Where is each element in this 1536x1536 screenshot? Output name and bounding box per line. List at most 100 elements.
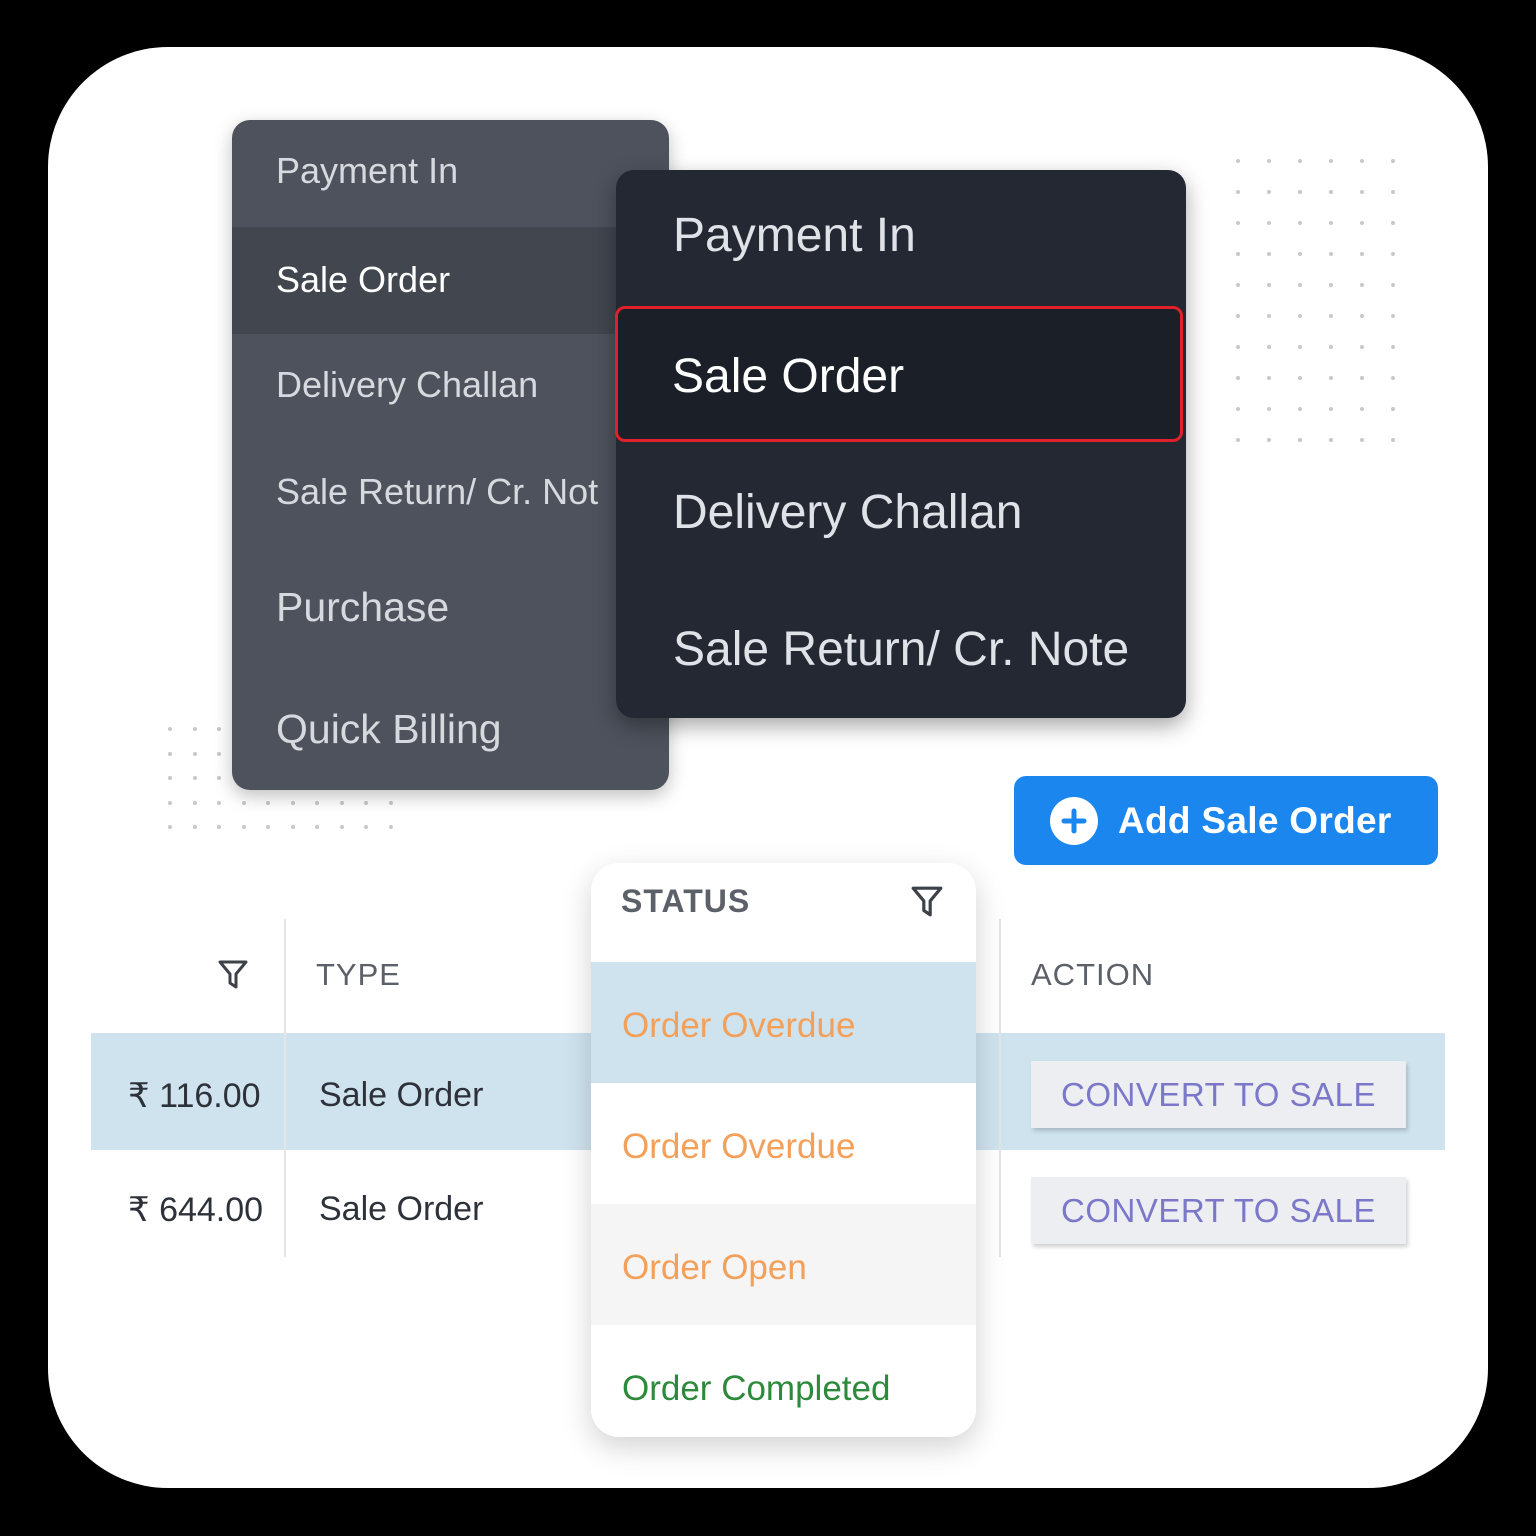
decorative-dot — [1236, 438, 1240, 442]
decorative-dot — [1329, 314, 1333, 318]
amount-cell: ₹ 116.00 — [128, 1077, 261, 1115]
decorative-dot — [1391, 407, 1395, 411]
decorative-dot — [1329, 190, 1333, 194]
decorative-dot — [1360, 190, 1364, 194]
plus-circle-icon — [1050, 796, 1098, 845]
decorative-dot — [1236, 376, 1240, 380]
column-header-action: ACTION — [1031, 957, 1155, 992]
decorative-dot — [266, 825, 270, 829]
status-option-label: Order Open — [622, 1248, 807, 1287]
decorative-dot — [1360, 376, 1364, 380]
decorative-dot — [315, 800, 319, 805]
transaction-menu-back: Payment In Sale Order Delivery Challan S… — [232, 120, 669, 790]
decorative-dot — [339, 800, 344, 805]
decorative-dot — [1298, 190, 1302, 194]
add-sale-order-label: Add Sale Order — [1118, 799, 1392, 841]
decorative-dot — [1329, 376, 1333, 380]
menu-item-label: Sale Return/ Cr. Not — [276, 471, 599, 512]
column-divider — [284, 919, 286, 1257]
column-header-type: TYPE — [316, 957, 401, 992]
decorative-dot — [1236, 407, 1240, 411]
decorative-dot — [1298, 159, 1302, 163]
status-header: STATUS — [591, 863, 976, 962]
decorative-dot — [217, 751, 221, 756]
decorative-dot — [241, 800, 246, 805]
decorative-dot — [192, 825, 197, 829]
decorative-dot — [1267, 438, 1271, 442]
decorative-dot — [1360, 252, 1364, 256]
decorative-dot — [1267, 221, 1271, 225]
decorative-dot — [241, 825, 246, 829]
filter-icon[interactable] — [911, 885, 943, 924]
decorative-dot — [290, 800, 295, 805]
decorative-dot — [1236, 252, 1240, 256]
status-option-label: Order Overdue — [622, 1127, 856, 1166]
decorative-dot — [1391, 221, 1395, 225]
menu-item-purchase[interactable]: Purchase — [232, 548, 669, 668]
decorative-dot — [168, 776, 172, 780]
status-option-order-open[interactable]: Order Open — [591, 1204, 976, 1325]
status-option-label: Order Overdue — [622, 1006, 856, 1045]
menu-item-sale-return[interactable]: Sale Return/ Cr. Note — [616, 582, 1186, 718]
decorative-dot — [217, 776, 221, 780]
menu-item-label: Quick Billing — [276, 706, 502, 752]
decorative-dot-grid — [1236, 159, 1406, 459]
menu-item-quick-billing[interactable]: Quick Billing — [232, 668, 669, 790]
column-divider — [999, 919, 1001, 1257]
decorative-dot — [1236, 221, 1240, 225]
add-sale-order-button[interactable]: Add Sale Order — [1014, 776, 1438, 865]
status-option-label: Order Completed — [622, 1369, 891, 1408]
convert-to-sale-button[interactable]: CONVERT TO SALE — [1031, 1177, 1406, 1244]
decorative-dot — [1329, 283, 1333, 287]
decorative-dot — [364, 825, 368, 829]
decorative-dot — [1298, 314, 1302, 318]
decorative-dot — [1298, 376, 1302, 380]
decorative-dot — [1267, 345, 1271, 349]
status-header-label: STATUS — [621, 883, 751, 919]
decorative-dot — [217, 727, 221, 731]
screenshot-card: Payment In Sale Order Delivery Challan S… — [48, 47, 1488, 1488]
menu-item-delivery-challan[interactable]: Delivery Challan — [616, 447, 1186, 582]
menu-item-label: Sale Order — [672, 350, 905, 403]
convert-to-sale-button[interactable]: CONVERT TO SALE — [1031, 1061, 1406, 1128]
amount-cell: ₹ 644.00 — [128, 1191, 264, 1229]
filter-icon[interactable] — [218, 959, 248, 996]
decorative-dot — [1298, 407, 1302, 411]
transaction-menu-front: Payment In Sale Order Delivery Challan S… — [615, 170, 1186, 718]
menu-item-label: Payment In — [276, 150, 459, 191]
decorative-dot — [1329, 438, 1333, 442]
decorative-dot — [168, 800, 172, 805]
decorative-dot — [1298, 345, 1302, 349]
decorative-dot — [168, 751, 172, 756]
decorative-dot — [1360, 159, 1364, 163]
menu-item-sale-order[interactable]: Sale Order — [232, 227, 669, 334]
decorative-dot — [1236, 190, 1240, 194]
decorative-dot — [1391, 283, 1395, 287]
menu-item-delivery-challan[interactable]: Delivery Challan — [232, 334, 669, 441]
decorative-dot — [192, 776, 197, 780]
decorative-dot — [168, 727, 172, 731]
menu-item-sale-order[interactable]: Sale Order — [615, 306, 1183, 442]
decorative-dot — [1298, 438, 1302, 442]
menu-item-sale-return[interactable]: Sale Return/ Cr. Not — [232, 441, 669, 548]
decorative-dot — [315, 825, 319, 829]
status-option-order-overdue[interactable]: Order Overdue — [591, 962, 976, 1083]
menu-item-payment-in[interactable]: Payment In — [232, 120, 669, 227]
menu-item-label: Delivery Challan — [276, 364, 539, 405]
status-option-order-overdue[interactable]: Order Overdue — [591, 1083, 976, 1204]
menu-item-label: Sale Order — [276, 259, 451, 300]
decorative-dot — [1236, 159, 1240, 163]
decorative-dot — [1267, 407, 1271, 411]
decorative-dot — [1298, 252, 1302, 256]
menu-item-label: Payment In — [673, 209, 916, 262]
decorative-dot — [1391, 190, 1395, 194]
decorative-dot — [1329, 252, 1333, 256]
decorative-dot — [192, 727, 197, 731]
decorative-dot — [364, 800, 368, 805]
status-option-order-completed[interactable]: Order Completed — [591, 1325, 976, 1437]
decorative-dot — [1236, 314, 1240, 318]
decorative-dot — [1360, 221, 1364, 225]
menu-item-label: Delivery Challan — [673, 486, 1023, 539]
decorative-dot — [217, 800, 221, 805]
menu-item-payment-in[interactable]: Payment In — [616, 170, 1186, 305]
